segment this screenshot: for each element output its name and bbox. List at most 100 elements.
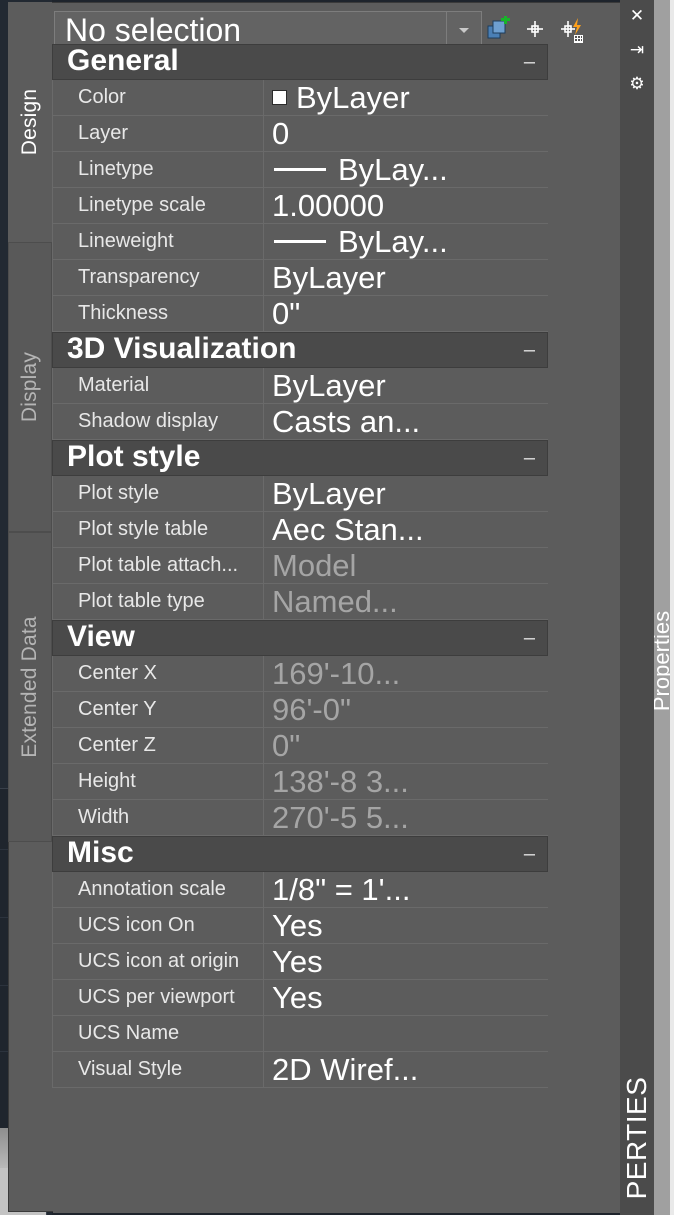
sidebar-item-extended-data[interactable]: Extended Data (8, 532, 52, 842)
auto-hide-icon[interactable]: ⇥ (627, 40, 647, 60)
property-value-cell[interactable]: Casts an... (264, 404, 548, 439)
property-value-cell[interactable]: Yes (264, 908, 548, 943)
property-row[interactable]: Plot style table Aec Stan... (52, 512, 548, 548)
property-value-cell[interactable]: ByLayer (264, 80, 548, 115)
palette-toolbar (486, 15, 584, 44)
properties-menu-icon[interactable]: ⚙ (627, 74, 647, 94)
property-value: Yes (272, 908, 323, 943)
property-value-cell[interactable]: Model (264, 548, 548, 583)
quick-select-button[interactable] (486, 15, 512, 44)
property-row[interactable]: UCS Name (52, 1016, 548, 1052)
property-value-cell[interactable]: 1/8" = 1'... (264, 872, 548, 907)
collapse-icon[interactable]: – (524, 628, 535, 648)
property-value-cell[interactable]: 0" (264, 728, 548, 763)
property-value-cell[interactable]: 270'-5 5... (264, 800, 548, 835)
property-row[interactable]: Annotation scale 1/8" = 1'... (52, 872, 548, 908)
property-value: 1.00000 (272, 188, 385, 223)
property-row[interactable]: Plot table attach... Model (52, 548, 548, 584)
property-row[interactable]: Center X 169'-10... (52, 656, 548, 692)
property-grid: General – Color ByLayer Layer 0 Linetype ByLay.… (52, 44, 548, 1088)
property-value-cell[interactable]: 96'-0" (264, 692, 548, 727)
palette-title-bar: ✕ ⇥ ⚙ PERTIES (620, 0, 654, 1215)
property-value-cell[interactable]: Aec Stan... (264, 512, 548, 547)
property-name: Annotation scale (52, 872, 264, 907)
property-value-cell[interactable]: 169'-10... (264, 656, 548, 691)
section-header-view[interactable]: View – (52, 620, 548, 656)
property-row[interactable]: Color ByLayer (52, 80, 548, 116)
property-name: Plot style (52, 476, 264, 511)
property-row[interactable]: Shadow display Casts an... (52, 404, 548, 440)
property-value-cell[interactable]: ByLay... (264, 152, 548, 187)
property-value: Aec Stan... (272, 512, 424, 547)
collapse-icon[interactable]: – (524, 52, 535, 72)
sidebar-item-design[interactable]: Design (8, 2, 52, 242)
property-value: Casts an... (272, 404, 421, 439)
palette-window-buttons: ✕ ⇥ ⚙ (620, 6, 654, 94)
property-row[interactable]: Linetype ByLay... (52, 152, 548, 188)
property-name: Center Z (52, 728, 264, 763)
property-row[interactable]: Center Y 96'-0" (52, 692, 548, 728)
section-title: 3D Visualization (67, 331, 297, 365)
close-icon[interactable]: ✕ (627, 6, 647, 26)
property-value-cell[interactable]: 0" (264, 296, 548, 331)
tab-properties[interactable]: Properties (654, 536, 670, 786)
section-title: View (67, 619, 135, 653)
palette-vertical-title-text: PERTIES (621, 1076, 652, 1200)
property-value-cell[interactable]: ByLayer (264, 476, 548, 511)
property-name: Material (52, 368, 264, 403)
property-row[interactable]: UCS per viewport Yes (52, 980, 548, 1016)
property-row[interactable]: Width 270'-5 5... (52, 800, 548, 836)
collapse-icon[interactable]: – (524, 340, 535, 360)
property-row[interactable]: Height 138'-8 3... (52, 764, 548, 800)
quick-calc-button[interactable] (558, 16, 584, 44)
section-header-3d-visualization[interactable]: 3D Visualization – (52, 332, 548, 368)
section-header-plot-style[interactable]: Plot style – (52, 440, 548, 476)
property-value-cell[interactable]: 138'-8 3... (264, 764, 548, 799)
property-name: Transparency (52, 260, 264, 295)
property-value-cell[interactable]: 0 (264, 116, 548, 151)
section-header-misc[interactable]: Misc – (52, 836, 548, 872)
property-name: Shadow display (52, 404, 264, 439)
property-row[interactable]: Lineweight ByLay... (52, 224, 548, 260)
property-value: 0" (272, 296, 301, 331)
property-value-cell[interactable]: Yes (264, 980, 548, 1015)
property-row[interactable]: UCS icon On Yes (52, 908, 548, 944)
property-value-cell[interactable]: 2D Wiref... (264, 1052, 548, 1087)
property-value: Named... (272, 584, 398, 619)
property-value: 0" (272, 728, 301, 763)
property-value-cell[interactable]: ByLayer (264, 368, 548, 403)
selection-value: No selection (65, 12, 242, 47)
section-title: Plot style (67, 439, 201, 473)
property-value: Yes (272, 944, 323, 979)
collapse-icon[interactable]: – (524, 448, 535, 468)
linetype-preview-icon (274, 168, 326, 171)
property-row[interactable]: UCS icon at origin Yes (52, 944, 548, 980)
property-row[interactable]: Visual Style 2D Wiref... (52, 1052, 548, 1088)
property-row[interactable]: Center Z 0" (52, 728, 548, 764)
property-row[interactable]: Transparency ByLayer (52, 260, 548, 296)
property-name: Width (52, 800, 264, 835)
property-name: Lineweight (52, 224, 264, 259)
property-value: ByLayer (272, 476, 386, 511)
property-value: 0 (272, 116, 290, 151)
property-name: UCS Name (52, 1016, 264, 1051)
property-value-cell[interactable]: 1.00000 (264, 188, 548, 223)
autocad-properties-screen: Design Display Extended Data No selectio… (0, 0, 674, 1215)
property-row[interactable]: Linetype scale 1.00000 (52, 188, 548, 224)
property-value-cell[interactable] (264, 1016, 548, 1051)
property-value-cell[interactable]: Yes (264, 944, 548, 979)
property-value: ByLayer (272, 260, 386, 295)
property-value-cell[interactable]: Named... (264, 584, 548, 619)
property-value: ByLay... (338, 152, 448, 187)
sidebar-item-display[interactable]: Display (8, 242, 52, 532)
property-row[interactable]: Thickness 0" (52, 296, 548, 332)
collapse-icon[interactable]: – (524, 844, 535, 864)
property-row[interactable]: Layer 0 (52, 116, 548, 152)
section-header-general[interactable]: General – (52, 44, 548, 80)
property-row[interactable]: Plot style ByLayer (52, 476, 548, 512)
property-value-cell[interactable]: ByLay... (264, 224, 548, 259)
select-objects-button[interactable] (522, 16, 548, 44)
property-value-cell[interactable]: ByLayer (264, 260, 548, 295)
property-row[interactable]: Plot table type Named... (52, 584, 548, 620)
property-row[interactable]: Material ByLayer (52, 368, 548, 404)
